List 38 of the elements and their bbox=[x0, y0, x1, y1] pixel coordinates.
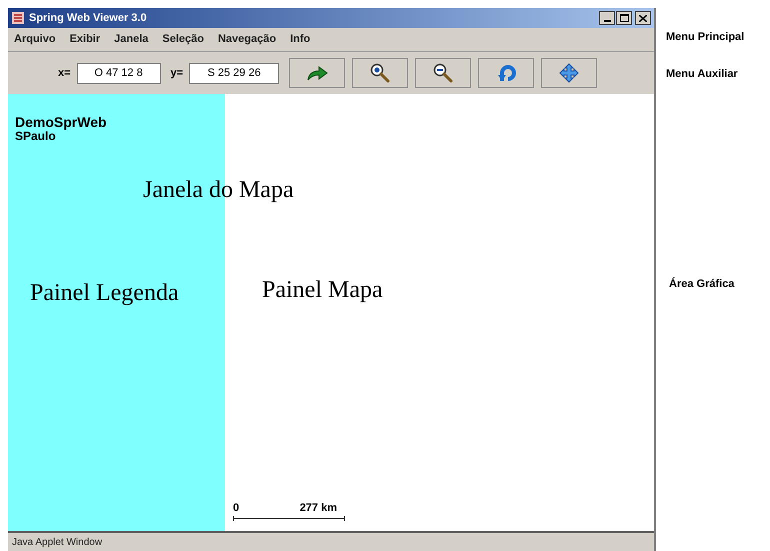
close-button[interactable] bbox=[635, 11, 651, 25]
close-icon bbox=[639, 14, 647, 22]
y-field[interactable]: S 25 29 26 bbox=[189, 62, 280, 84]
window-title: Spring Web Viewer 3.0 bbox=[29, 10, 147, 26]
menu-item[interactable]: Info bbox=[290, 31, 310, 48]
curved-arrow-icon bbox=[306, 65, 328, 81]
menu-item[interactable]: Navegação bbox=[218, 31, 276, 48]
minimize-icon bbox=[604, 20, 610, 22]
toolbar-button[interactable] bbox=[352, 58, 408, 88]
four-way-arrow-icon bbox=[559, 63, 580, 83]
legend-title: DemoSprWeb bbox=[15, 114, 108, 130]
x-label: x= bbox=[58, 66, 71, 81]
maximize-icon bbox=[620, 14, 628, 22]
toolbar-button[interactable] bbox=[289, 58, 346, 88]
scale-end-label: 277 km bbox=[300, 500, 337, 516]
legend-subtitle: SPaulo bbox=[15, 130, 56, 143]
annotation-label: Menu Principal bbox=[666, 30, 746, 45]
overlay-caption: Janela do Mapa bbox=[143, 176, 294, 205]
zoom-in-icon bbox=[370, 63, 390, 83]
annotation-label: Área Gráfica bbox=[669, 276, 736, 292]
maximize-button[interactable] bbox=[616, 11, 632, 25]
menu-item[interactable]: Janela bbox=[114, 31, 148, 48]
toolbar-button[interactable] bbox=[541, 58, 598, 88]
toolbar-button[interactable] bbox=[415, 58, 472, 88]
minimize-button[interactable] bbox=[599, 11, 615, 25]
zoom-out-icon bbox=[433, 63, 454, 83]
y-label: y= bbox=[170, 66, 184, 81]
x-field[interactable]: O 47 12 8 bbox=[76, 62, 161, 84]
annotation-label: Menu Auxiliar bbox=[666, 66, 739, 82]
circular-arrow-icon bbox=[496, 63, 516, 83]
map-caption: Painel Mapa bbox=[262, 276, 384, 305]
menu-item[interactable]: Exibir bbox=[70, 31, 100, 48]
app-icon bbox=[11, 11, 25, 25]
scale-start-label: 0 bbox=[233, 500, 240, 516]
menu-item[interactable]: Arquivo bbox=[14, 31, 56, 48]
legend-caption: Painel Legenda bbox=[30, 279, 180, 308]
menu-item[interactable]: Seleção bbox=[162, 31, 204, 48]
status-text: Java Applet Window bbox=[12, 536, 102, 550]
